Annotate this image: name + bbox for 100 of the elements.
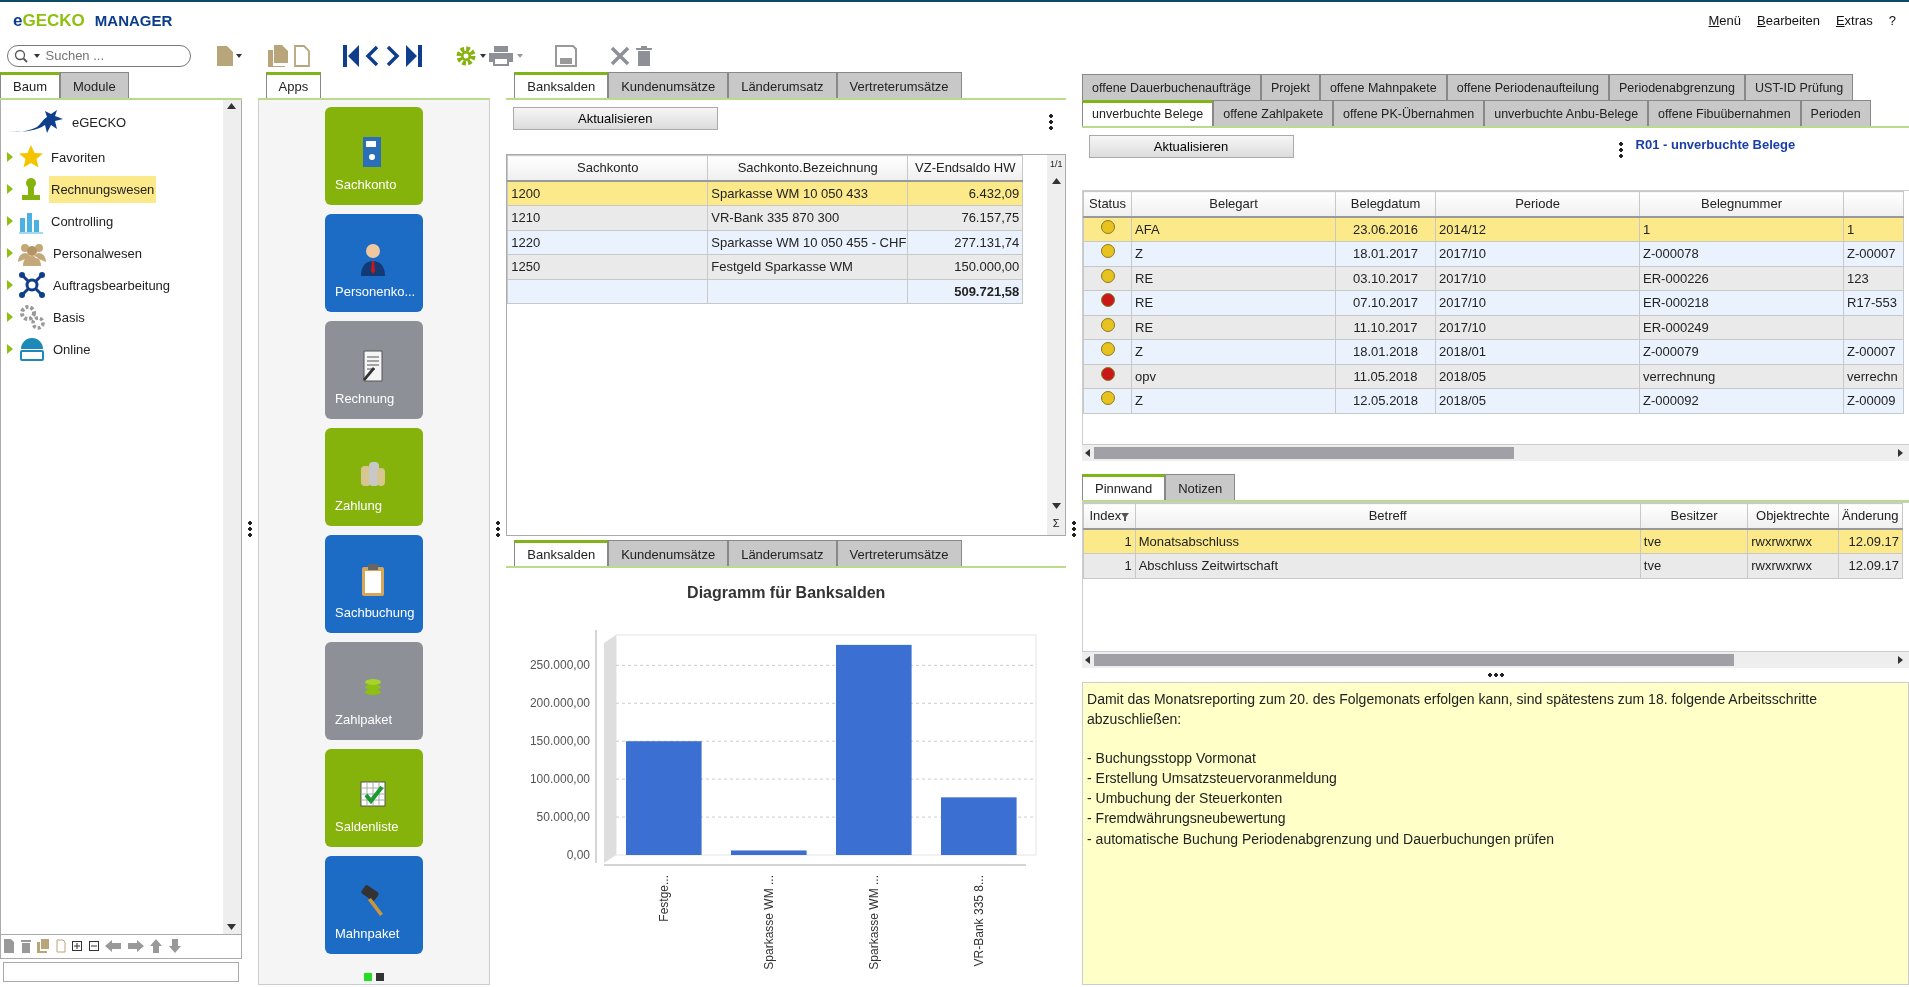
tab[interactable]: Länderumsatz — [728, 540, 837, 566]
expand-arrow-icon[interactable] — [7, 280, 13, 291]
splitter-handle[interactable] — [247, 519, 252, 538]
search-field[interactable]: Suchen ... — [43, 45, 164, 67]
arrow-left-icon[interactable] — [105, 940, 122, 952]
menu-item[interactable]: ? — [1888, 11, 1896, 31]
expand-arrow-icon[interactable] — [7, 152, 13, 163]
next-icon[interactable] — [385, 45, 400, 67]
menu-item[interactable]: Extras — [1835, 11, 1873, 31]
scroll-down-icon[interactable] — [227, 924, 237, 931]
document-icon[interactable] — [4, 939, 15, 953]
horizontal-scrollbar[interactable] — [1082, 652, 1909, 668]
app-tile[interactable]: Mahnpaket — [325, 855, 423, 954]
tree-item[interactable]: Auftragsbearbeitung — [51, 271, 173, 299]
first-record-icon[interactable] — [342, 45, 359, 67]
tab[interactable]: Pinnwand — [1082, 474, 1166, 500]
sum-symbol[interactable]: Σ — [1052, 515, 1060, 532]
tab[interactable]: Kundenumsätze — [608, 72, 729, 98]
tab[interactable]: Perioden — [1800, 100, 1871, 126]
splitter-handle[interactable] — [496, 519, 501, 538]
expand-arrow-icon[interactable] — [7, 344, 13, 355]
column-header[interactable]: Sachkonto.Bezeichnung — [707, 155, 908, 181]
copy-icon[interactable] — [37, 939, 50, 953]
column-header[interactable]: Sachkonto — [507, 155, 708, 181]
trash-icon[interactable] — [20, 939, 31, 953]
tree-item[interactable]: Basis — [51, 303, 87, 331]
column-header[interactable]: VZ-Endsaldo HW — [907, 155, 1023, 181]
refresh-button[interactable]: Aktualisieren — [1088, 134, 1294, 158]
tab[interactable]: offene Zahlpakete — [1213, 100, 1334, 126]
copy-icon[interactable] — [267, 45, 288, 67]
tab[interactable]: UST-ID Prüfung — [1745, 74, 1854, 100]
tab[interactable]: Kundenumsätze — [608, 540, 729, 566]
tree-item[interactable]: eGECKO — [70, 108, 129, 136]
horizontal-scrollbar[interactable] — [1082, 445, 1909, 461]
tab[interactable]: Apps — [265, 72, 322, 98]
column-header[interactable]: Status — [1083, 191, 1132, 217]
save-icon[interactable] — [555, 45, 577, 67]
input-field[interactable] — [3, 961, 239, 982]
tab[interactable]: Banksalden — [514, 540, 609, 566]
tab[interactable]: Notizen — [1165, 474, 1236, 500]
tab[interactable]: Periodenabgrenzung — [1608, 74, 1746, 100]
tab[interactable]: offene PK-Übernahmen — [1333, 100, 1485, 126]
refresh-button[interactable]: Aktualisieren — [512, 106, 718, 130]
tree-item[interactable]: Controlling — [49, 207, 116, 235]
more-options-icon[interactable] — [1049, 113, 1054, 131]
arrow-right-icon[interactable] — [127, 940, 144, 952]
column-header[interactable]: Belegart — [1131, 191, 1336, 217]
tree-item[interactable]: Online — [51, 335, 93, 363]
table-cell: Abschluss Zeitwirtschaft — [1135, 553, 1641, 578]
tab[interactable]: unverbuchte Belege — [1082, 100, 1214, 126]
tab[interactable]: offene Dauerbuchenaufträge — [1082, 74, 1261, 100]
app-tile[interactable]: Sachbuchung — [325, 534, 423, 633]
expand-all-icon[interactable] — [72, 941, 83, 951]
app-tile[interactable]: Personenko... — [325, 213, 423, 312]
tab[interactable]: Baum — [0, 72, 60, 98]
table-cell: 23.06.2016 — [1335, 216, 1436, 242]
tab[interactable]: Vertreterumsätze — [836, 540, 962, 566]
table-cell: Z-000078 — [1639, 241, 1844, 266]
expand-arrow-icon[interactable] — [7, 216, 13, 227]
tree-item[interactable]: Personalwesen — [51, 239, 144, 267]
column-header[interactable]: Belegdatum — [1335, 191, 1436, 217]
expand-arrow-icon[interactable] — [7, 184, 13, 195]
previous-icon[interactable] — [365, 45, 380, 67]
tab[interactable]: Vertreterumsätze — [836, 72, 962, 98]
tree-item[interactable]: Rechnungswesen — [49, 175, 157, 203]
tree-item[interactable]: Favoriten — [49, 143, 108, 171]
expand-arrow-icon[interactable] — [7, 312, 13, 323]
table-cell: 2017/10 — [1435, 290, 1640, 315]
tab[interactable]: Länderumsatz — [728, 72, 837, 98]
caret-icon[interactable] — [480, 54, 486, 58]
tab[interactable]: Banksalden — [514, 72, 609, 98]
paste-icon[interactable] — [294, 45, 311, 67]
splitter-handle[interactable] — [1486, 673, 1505, 677]
tab[interactable]: offene Fibuübernahmen — [1648, 100, 1801, 126]
column-header[interactable]: Betreff — [1368, 508, 1407, 523]
filter-icon[interactable] — [1121, 512, 1130, 521]
tab[interactable]: Module — [59, 72, 129, 98]
trash-icon[interactable] — [636, 46, 652, 66]
paste-icon[interactable] — [55, 939, 66, 953]
menu-item[interactable]: Bearbeiten — [1757, 11, 1820, 31]
tab[interactable]: offene Periodenaufteilung — [1446, 74, 1609, 100]
close-icon[interactable] — [609, 46, 630, 66]
splitter-handle[interactable] — [1072, 519, 1077, 538]
scroll-up-icon[interactable] — [1051, 178, 1061, 185]
scroll-down-icon[interactable] — [1051, 502, 1061, 509]
tab[interactable]: Projekt — [1261, 74, 1320, 100]
arrow-down-icon[interactable] — [168, 939, 181, 953]
menu-item[interactable]: Menü — [1708, 11, 1742, 31]
x-tick-label: Sparkasse WM ... — [867, 875, 882, 970]
collapse-all-icon[interactable] — [88, 941, 99, 951]
scroll-up-icon[interactable] — [227, 103, 237, 110]
tab[interactable]: offene Mahnpakete — [1319, 74, 1447, 100]
caret-icon[interactable] — [235, 54, 242, 58]
tab[interactable]: unverbuchte Anbu-Belege — [1484, 100, 1649, 126]
last-record-icon[interactable] — [406, 45, 423, 67]
arrow-up-icon[interactable] — [150, 939, 163, 953]
column-header[interactable]: Periode — [1435, 191, 1640, 217]
column-header[interactable]: Belegnummer — [1639, 191, 1844, 217]
note-text: Damit das Monatsreporting zum 20. des Folgemonats erfolgen kann, sind spätestens zum 18. folgende Arbeitsschritte abzuschließen: — [1087, 690, 1818, 730]
more-options-icon[interactable] — [1618, 141, 1623, 159]
